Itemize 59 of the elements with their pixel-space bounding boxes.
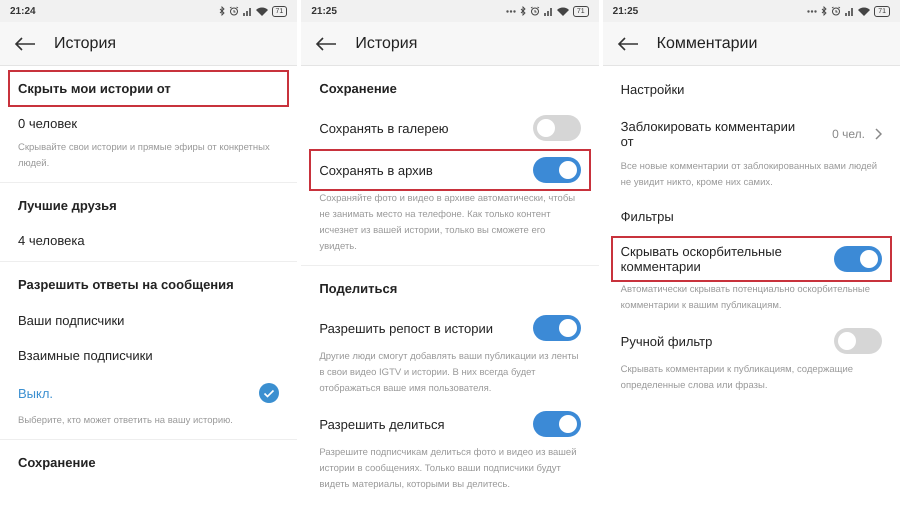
hint-text: Автоматически скрывать потенциально оскорбительные комментарии к вашим публикациям. (620, 283, 872, 313)
section-heading: Сохранение (18, 455, 96, 470)
signal-icon (242, 6, 252, 16)
bluetooth-icon (520, 6, 526, 16)
option-item[interactable]: Ваши подписчики (18, 313, 124, 328)
option-item[interactable]: Взаимные подписчики (18, 348, 153, 363)
hint-text: Разрешите подписчикам делиться фото и видео из вашей истории в сообщениях. Только ваши подписчики будут видеть материалы, которыми вы делитесь. (318, 446, 578, 492)
section-heading: Фильтры (620, 209, 674, 224)
toggle-switch[interactable] (532, 315, 581, 341)
setting-label: Разрешить делиться (319, 416, 445, 432)
setting-value: 0 чел. (832, 127, 865, 141)
section-heading: Сохранение (319, 81, 397, 96)
setting-label: Разрешить репост в истории (319, 320, 493, 336)
hint-text: Все новые комментарии от заблокированных вами людей не увидит никто, кроме них самих. (620, 160, 878, 190)
setting-label[interactable]: Заблокировать комментарии от (620, 119, 811, 149)
setting-label: Ручной фильтр (620, 334, 712, 348)
wifi-icon (556, 6, 569, 16)
section-heading: Лучшие друзья (18, 198, 117, 213)
hint-text: Выберите, кто может ответить на вашу историю. (17, 414, 234, 428)
setting-label: Сохранять в архив (319, 162, 433, 178)
hint-text: Сохраняйте фото и видео в архиве автоматически, чтобы не занимать место на телефоне. Как только контент исчезнет из вашей истории, только вы сможете его увидеть. (318, 192, 576, 254)
screen-title: Комментарии (656, 34, 758, 52)
toggle-switch[interactable] (834, 246, 882, 272)
more-icon (506, 10, 516, 12)
screen-title: История (355, 34, 418, 52)
setting-item[interactable]: 0 человек (18, 116, 78, 131)
chevron-icon (874, 128, 882, 140)
signal-icon (845, 6, 854, 16)
setting-label: Скрывать оскорбительные комментарии (620, 244, 783, 274)
hint-text: Другие люди смогут добавлять ваши публикации из ленты в свои видео IGTV и истории. В них всегда будет отображаться ваше имя пользователя. (318, 350, 580, 396)
wifi-icon (858, 6, 870, 16)
status-time: 21:25 (612, 6, 638, 16)
section-heading: Разрешить ответы на сообщения (18, 277, 234, 292)
bluetooth-icon (218, 6, 225, 16)
back-arrow-icon[interactable] (616, 36, 639, 50)
back-arrow-icon[interactable] (14, 36, 36, 50)
signal-icon (544, 6, 553, 16)
more-icon (807, 10, 818, 12)
back-arrow-icon[interactable] (315, 36, 338, 50)
alarm-icon (831, 6, 842, 16)
setting-item[interactable]: 4 человека (18, 233, 85, 248)
toggle-switch[interactable] (532, 115, 581, 141)
toggle-switch[interactable] (532, 411, 581, 437)
alarm-icon (530, 6, 540, 16)
setting-label: Сохранять в галерею (319, 120, 449, 136)
status-time: 21:25 (311, 6, 337, 16)
section-heading: Настройки (620, 82, 684, 97)
wifi-icon (256, 6, 268, 16)
screen-title: История (54, 34, 116, 52)
status-time: 21:24 (10, 6, 36, 16)
alarm-icon (228, 6, 239, 16)
check-icon (259, 383, 280, 403)
toggle-switch[interactable] (834, 328, 882, 354)
hint-text: Скрывайте свои истории и прямые эфиры от конкретных людей. (17, 141, 271, 171)
toggle-switch[interactable] (532, 157, 581, 183)
section-heading: Скрыть мои истории от (18, 81, 171, 96)
section-heading: Поделиться (319, 281, 398, 296)
bluetooth-icon (821, 6, 828, 16)
hint-text: Скрывать комментарии к публикациям, содержащие определенные слова или фразы. (620, 363, 854, 393)
